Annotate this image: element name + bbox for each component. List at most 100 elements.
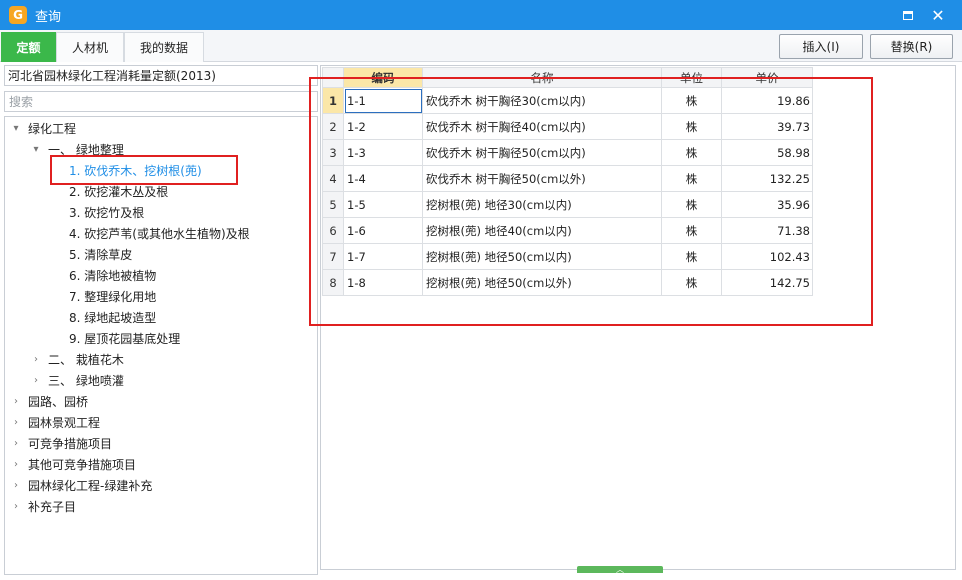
name-cell[interactable]: 挖树根(蔸) 地径40(cm以内): [422, 217, 662, 244]
table-row[interactable]: 2 1-2 砍伐乔木 树干胸径40(cm以内) 株 39.73: [322, 113, 813, 140]
tree-node-supplementary-items[interactable]: › 补充子目: [10, 496, 76, 516]
price-cell[interactable]: 142.75: [721, 269, 813, 296]
price-cell[interactable]: 132.25: [721, 165, 813, 192]
code-cell[interactable]: 1-8: [343, 269, 423, 296]
table-row[interactable]: 6 1-6 挖树根(蔸) 地径40(cm以内) 株 71.38: [322, 217, 813, 244]
chevron-right-icon[interactable]: ›: [10, 480, 22, 491]
row-index-cell[interactable]: 1: [322, 87, 344, 114]
tree-node-item-4[interactable]: 4. 砍挖芦苇(或其他水生植物)及根: [63, 223, 250, 243]
row-index-cell[interactable]: 8: [322, 269, 344, 296]
name-cell[interactable]: 挖树根(蔸) 地径30(cm以内): [422, 191, 662, 218]
price-cell[interactable]: 58.98: [721, 139, 813, 166]
table-row[interactable]: 1 1-1 砍伐乔木 树干胸径30(cm以内) 株 19.86: [322, 87, 813, 114]
table-row[interactable]: 7 1-7 挖树根(蔸) 地径50(cm以内) 株 102.43: [322, 243, 813, 270]
name-cell[interactable]: 砍伐乔木 树干胸径40(cm以内): [422, 113, 662, 140]
chevron-right-icon[interactable]: ›: [10, 501, 22, 512]
chevron-right-icon[interactable]: ›: [10, 396, 22, 407]
tree-node-site-preparation[interactable]: ▾ 一、 绿地整理: [30, 139, 123, 159]
code-cell[interactable]: 1-6: [343, 217, 423, 244]
row-index-cell[interactable]: 5: [322, 191, 344, 218]
tree-node-item-5[interactable]: 5. 清除草皮: [63, 244, 132, 264]
tree-node-item-1[interactable]: 1. 砍伐乔木、挖树根(蔸): [63, 160, 202, 180]
tree-node-item-9[interactable]: 9. 屋顶花园基底处理: [63, 328, 180, 348]
tree-node-item-6[interactable]: 6. 清除地被植物: [63, 265, 156, 285]
code-cell[interactable]: 1-2: [343, 113, 423, 140]
row-index-cell[interactable]: 4: [322, 165, 344, 192]
tree-node-landscape-works[interactable]: › 园林景观工程: [10, 412, 100, 432]
unit-cell[interactable]: 株: [661, 217, 722, 244]
tree-node-other-competitive-measures[interactable]: › 其他可竞争措施项目: [10, 454, 136, 474]
price-cell[interactable]: 102.43: [721, 243, 813, 270]
unit-cell[interactable]: 株: [661, 87, 722, 114]
tab-labor-material-machine[interactable]: 人材机: [56, 32, 124, 62]
tree-node-label: 绿化工程: [28, 121, 77, 136]
column-header-code[interactable]: 编码: [343, 67, 423, 88]
tree-node-label: 园林景观工程: [28, 415, 101, 430]
chevron-down-icon[interactable]: ▾: [30, 144, 42, 155]
unit-cell[interactable]: 株: [661, 139, 722, 166]
column-header-name[interactable]: 名称: [422, 67, 662, 88]
unit-cell[interactable]: 株: [661, 191, 722, 218]
quota-library-value: 河北省园林绿化工程消耗量定额(2013): [8, 69, 216, 83]
row-index-cell[interactable]: 6: [322, 217, 344, 244]
table-row[interactable]: 5 1-5 挖树根(蔸) 地径30(cm以内) 株 35.96: [322, 191, 813, 218]
chevron-right-icon[interactable]: ›: [10, 459, 22, 470]
window-maximize-button[interactable]: [898, 5, 918, 25]
name-cell[interactable]: 砍伐乔木 树干胸径30(cm以内): [422, 87, 662, 114]
chevron-down-icon[interactable]: ▾: [10, 123, 22, 134]
name-cell[interactable]: 挖树根(蔸) 地径50(cm以内): [422, 243, 662, 270]
price-cell[interactable]: 35.96: [721, 191, 813, 218]
category-tree: ▾ 绿化工程 ▾ 一、 绿地整理 1. 砍伐乔木、挖树根(蔸) 2. 砍挖灌木丛…: [4, 116, 318, 575]
unit-cell[interactable]: 株: [661, 243, 722, 270]
unit-cell[interactable]: 株: [661, 269, 722, 296]
chevron-right-icon[interactable]: ›: [10, 438, 22, 449]
unit-cell[interactable]: 株: [661, 165, 722, 192]
name-cell[interactable]: 砍伐乔木 树干胸径50(cm以外): [422, 165, 662, 192]
panel-collapse-handle[interactable]: ︿: [577, 565, 663, 574]
name-cell[interactable]: 砍伐乔木 树干胸径50(cm以内): [422, 139, 662, 166]
tree-node-green-building-supplement[interactable]: › 园林绿化工程-绿建补充: [10, 475, 152, 495]
code-cell[interactable]: 1-4: [343, 165, 423, 192]
insert-button[interactable]: 插入(I): [779, 34, 863, 59]
code-cell[interactable]: 1-1: [343, 87, 423, 114]
table-row[interactable]: 4 1-4 砍伐乔木 树干胸径50(cm以外) 株 132.25: [322, 165, 813, 192]
code-cell[interactable]: 1-3: [343, 139, 423, 166]
tree-node-label: 5. 清除草皮: [69, 247, 133, 262]
tree-node-label: 9. 屋顶花园基底处理: [69, 331, 181, 346]
code-cell[interactable]: 1-7: [343, 243, 423, 270]
column-header-price[interactable]: 单价: [721, 67, 813, 88]
row-index-cell[interactable]: 7: [322, 243, 344, 270]
quota-library-select[interactable]: 河北省园林绿化工程消耗量定额(2013): [4, 65, 318, 86]
table-row[interactable]: 3 1-3 砍伐乔木 树干胸径50(cm以内) 株 58.98: [322, 139, 813, 166]
quota-table: 编码 名称 单位 单价 1 1-1 砍伐乔木 树干胸径30(cm以内) 株 19…: [322, 67, 813, 296]
tree-node-item-7[interactable]: 7. 整理绿化用地: [63, 286, 156, 306]
column-header-unit[interactable]: 单位: [661, 67, 722, 88]
tab-quota[interactable]: 定额: [1, 32, 56, 62]
chevron-right-icon[interactable]: ›: [30, 354, 42, 365]
price-cell[interactable]: 19.86: [721, 87, 813, 114]
code-cell[interactable]: 1-5: [343, 191, 423, 218]
window-close-button[interactable]: ✕: [928, 5, 948, 25]
tree-node-label: 8. 绿地起坡造型: [69, 310, 157, 325]
search-input[interactable]: [4, 91, 318, 112]
table-row[interactable]: 8 1-8 挖树根(蔸) 地径50(cm以外) 株 142.75: [322, 269, 813, 296]
name-cell[interactable]: 挖树根(蔸) 地径50(cm以外): [422, 269, 662, 296]
tab-my-data[interactable]: 我的数据: [124, 32, 204, 62]
tree-node-item-8[interactable]: 8. 绿地起坡造型: [63, 307, 156, 327]
row-index-cell[interactable]: 3: [322, 139, 344, 166]
row-index-cell[interactable]: 2: [322, 113, 344, 140]
unit-cell[interactable]: 株: [661, 113, 722, 140]
tree-node-label: 三、 绿地喷灌: [48, 373, 124, 388]
chevron-right-icon[interactable]: ›: [30, 375, 42, 386]
tree-node-item-2[interactable]: 2. 砍挖灌木丛及根: [63, 181, 168, 201]
tree-node-irrigation[interactable]: › 三、 绿地喷灌: [30, 370, 124, 390]
replace-button[interactable]: 替换(R): [870, 34, 953, 59]
tree-node-planting[interactable]: › 二、 栽植花木: [30, 349, 124, 369]
tree-node-competitive-measures[interactable]: › 可竞争措施项目: [10, 433, 112, 453]
tree-node-item-3[interactable]: 3. 砍挖竹及根: [63, 202, 144, 222]
tree-node-paths-bridges[interactable]: › 园路、园桥: [10, 391, 88, 411]
price-cell[interactable]: 71.38: [721, 217, 813, 244]
chevron-right-icon[interactable]: ›: [10, 417, 22, 428]
tree-node-greening-works[interactable]: ▾ 绿化工程: [10, 118, 76, 138]
price-cell[interactable]: 39.73: [721, 113, 813, 140]
